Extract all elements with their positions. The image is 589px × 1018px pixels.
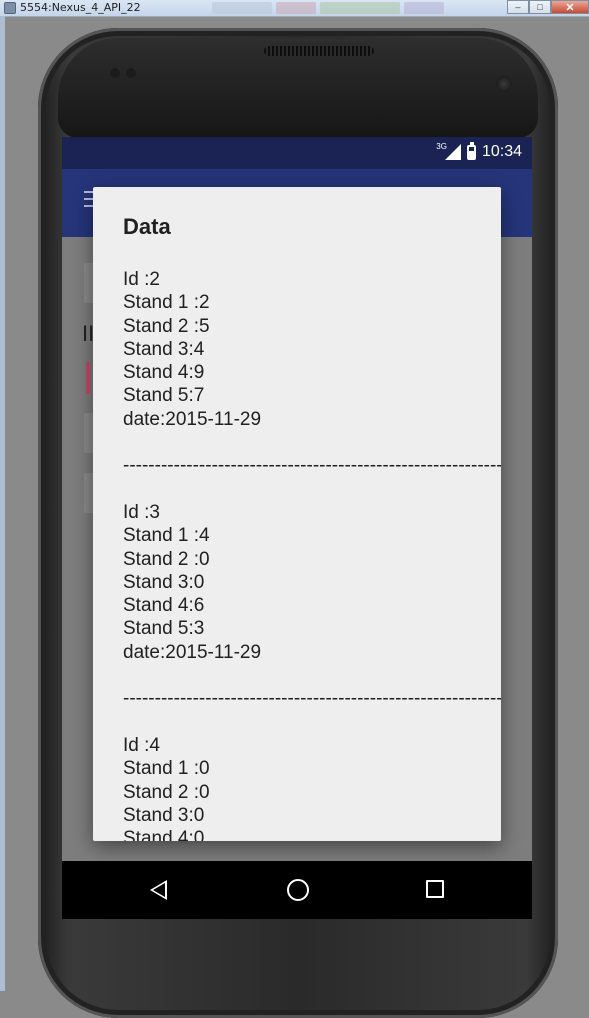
status-time: 10:34 (481, 143, 522, 160)
dialog-line: Stand 4:9 (123, 362, 205, 384)
background-tab (320, 2, 400, 14)
back-icon[interactable] (150, 880, 167, 900)
background-tab (276, 2, 316, 14)
battery-icon (466, 141, 476, 160)
window-controls: – □ ✕ (507, 0, 589, 14)
dialog-title: Data (123, 214, 171, 239)
home-icon[interactable] (287, 879, 309, 901)
background-tab (404, 2, 444, 14)
dialog-line: Stand 1 :0 (123, 758, 210, 780)
sensor (110, 68, 120, 78)
dialog-line: Stand 3:0 (123, 804, 205, 826)
dialog-line: ----------------------------------------… (123, 688, 501, 710)
background-taskbar-tabs (212, 2, 444, 14)
navigation-bar (62, 861, 532, 919)
dialog-line: Stand 5:7 (123, 385, 205, 407)
dialog-line: Id :2 (123, 269, 160, 290)
minimize-button[interactable]: – (507, 0, 529, 14)
dialog-line: Stand 1 :2 (123, 292, 210, 314)
dialog-line: Id :3 (123, 501, 160, 523)
dialog-line: Id :4 (123, 734, 160, 756)
dialog-line: Stand 5:3 (123, 618, 205, 640)
status-icons: 3G 10:34 (436, 141, 522, 161)
data-dialog: Data Id :2 Stand 1 :2 Stand 2 :5 Stand 3:4 S… (93, 187, 501, 841)
dialog-line: date:2015-11-29 (123, 641, 262, 663)
maximize-icon: □ (537, 2, 543, 12)
emulator-title: 5554:Nexus_4_API_22 (4, 1, 141, 14)
dialog-line: ----------------------------------------… (123, 455, 501, 477)
close-icon: ✕ (565, 1, 575, 14)
dialog-line: Stand 3:0 (123, 571, 205, 593)
dialog-line: Stand 3:4 (123, 338, 205, 360)
emulator-title-bar: 5554:Nexus_4_API_22 – □ ✕ (0, 0, 589, 17)
maximize-button[interactable]: □ (529, 0, 551, 14)
close-button[interactable]: ✕ (551, 0, 589, 14)
dialog-line: Stand 2 :5 (123, 315, 210, 337)
recents-icon[interactable] (426, 880, 444, 898)
minimize-icon: – (515, 2, 521, 12)
emulator-app-icon (4, 1, 16, 14)
front-camera (496, 76, 512, 92)
phone-bezel (58, 38, 538, 138)
sensor (126, 68, 136, 78)
signal-icon (444, 144, 461, 160)
dialog-message[interactable]: Id :2 Stand 1 :2 Stand 2 :5 Stand 3:4 Stand … (123, 268, 501, 841)
dialog-line: Stand 2 :0 (123, 548, 210, 570)
dialog-line: Stand 4:0 (123, 828, 205, 841)
dialog-line: Stand 4:6 (123, 595, 205, 617)
dialog-line: date:2015-11-29 (123, 408, 262, 430)
background-accent (86, 362, 90, 394)
emulator-frame-edge (0, 16, 5, 991)
network-type: 3G (436, 141, 447, 151)
dialog-line (123, 478, 491, 501)
dialog-line: Stand 1 :4 (123, 525, 210, 547)
dialog-line: Stand 2 :0 (123, 781, 210, 803)
background-tab (212, 2, 272, 14)
dialog-line (123, 664, 491, 687)
dialog-line (123, 431, 491, 454)
dialog-line (123, 711, 491, 734)
emulator-title-text: 5554:Nexus_4_API_22 (20, 1, 141, 14)
speaker-grille (264, 46, 374, 56)
status-bar: 3G 10:34 (62, 137, 532, 169)
